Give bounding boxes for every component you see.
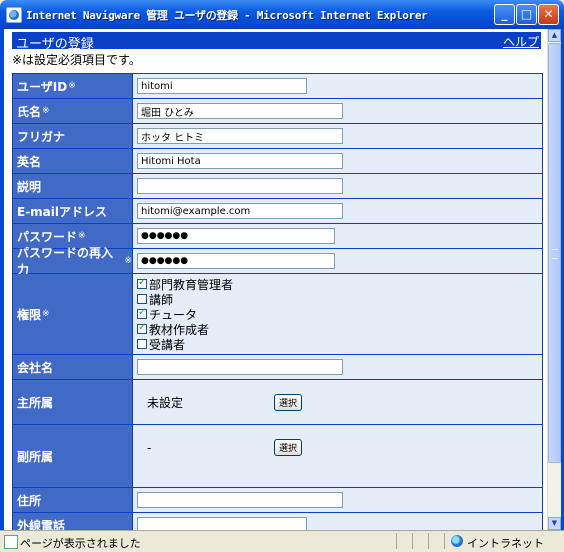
row-primary-affiliation: 主所属 未設定 選択 xyxy=(13,380,542,425)
required-mark: ※ xyxy=(78,231,86,241)
secondary-affiliation-value: - xyxy=(147,441,152,455)
password-confirm-input[interactable] xyxy=(137,253,335,269)
zone-text: イントラネット xyxy=(467,537,544,550)
ie-icon xyxy=(6,7,22,23)
title-bar: Internet Navigware 管理 ユーザの登録 - Microsoft… xyxy=(0,0,564,29)
close-icon: ✕ xyxy=(543,7,554,21)
label-external-phone: 外線電話 xyxy=(13,513,133,530)
window-title: Internet Navigware 管理 ユーザの登録 - Microsoft… xyxy=(26,9,428,22)
status-text: ページが表示されました xyxy=(20,537,141,550)
select-secondary-affiliation-button[interactable]: 選択 xyxy=(274,439,303,456)
address-input[interactable] xyxy=(137,492,343,508)
row-permissions: 権限※ 部門教育管理者 講師 チュータ 教材作成者 受講者 xyxy=(13,274,542,355)
row-company: 会社名 xyxy=(13,355,542,380)
description-input[interactable] xyxy=(137,178,343,194)
status-divider xyxy=(396,533,397,549)
row-email: E-mailアドレス xyxy=(13,199,542,224)
external-phone-input[interactable] xyxy=(137,517,307,530)
furigana-input[interactable] xyxy=(137,128,343,144)
required-note: ※は設定必須項目です。 xyxy=(12,53,141,67)
status-divider xyxy=(412,533,413,549)
label-permissions: 権限 ※ xyxy=(13,274,133,354)
globe-icon xyxy=(451,535,463,547)
row-english-name: 英名 xyxy=(13,149,542,174)
primary-affiliation-value: 未設定 xyxy=(147,395,184,410)
permission-option[interactable]: 教材作成者 xyxy=(137,322,209,337)
user-form: ユーザID※ 氏名※ フリガナ 英名 説明 E-mailアドレス パスワード※ xyxy=(12,73,543,530)
row-name: 氏名 ※ xyxy=(13,99,542,124)
permission-option[interactable]: 受講者 xyxy=(137,337,185,352)
required-mark: ※ xyxy=(42,309,50,319)
permissions-list: 部門教育管理者 講師 チュータ 教材作成者 受講者 xyxy=(133,274,542,354)
select-primary-affiliation-button[interactable]: 選択 xyxy=(274,393,303,411)
company-input[interactable] xyxy=(137,359,343,375)
row-address: 住所 xyxy=(13,488,542,513)
grip-icon xyxy=(552,249,558,259)
header-band: ユーザの登録 ヘルプ xyxy=(12,32,541,52)
help-link[interactable]: ヘルプ xyxy=(503,33,539,50)
user-id-input[interactable] xyxy=(137,78,307,94)
security-zone: イントラネット xyxy=(444,533,545,550)
label-english-name: 英名 xyxy=(13,149,133,173)
email-input[interactable] xyxy=(137,203,343,219)
label-secondary-affiliation: 副所属 xyxy=(13,425,133,487)
label-email: E-mailアドレス xyxy=(13,199,133,223)
scroll-thumb[interactable] xyxy=(548,43,561,463)
row-password-confirm: パスワードの再入力 ※ xyxy=(13,246,542,277)
label-password-confirm: パスワードの再入力 ※ xyxy=(13,246,133,277)
label-primary-affiliation: 主所属 xyxy=(13,380,133,424)
label-user-id: ユーザID ※ xyxy=(13,74,133,98)
close-button[interactable]: ✕ xyxy=(538,4,559,25)
row-secondary-affiliation: 副所属 - 選択 xyxy=(13,425,542,488)
required-mark: ※ xyxy=(68,81,76,91)
label-description: 説明 xyxy=(13,174,133,198)
label-furigana: フリガナ xyxy=(13,124,133,148)
required-mark: ※ xyxy=(124,256,132,266)
checkbox[interactable] xyxy=(137,339,147,349)
password-input[interactable] xyxy=(137,228,335,244)
label-address: 住所 xyxy=(13,488,133,512)
row-external-phone: 外線電話 xyxy=(13,513,542,530)
label-name: 氏名 ※ xyxy=(13,99,133,123)
maximize-button[interactable]: □ xyxy=(516,4,537,25)
scroll-down-icon[interactable]: ▼ xyxy=(548,517,561,530)
page-viewport: ユーザの登録 ヘルプ ※は設定必須項目です。 ユーザID※ 氏名※ フリガナ 英… xyxy=(4,29,547,530)
required-mark: ※ xyxy=(42,106,50,116)
checkbox[interactable] xyxy=(137,294,147,304)
status-bar: ページが表示されました イントラネット xyxy=(0,530,564,552)
row-user-id: ユーザID ※ xyxy=(13,74,542,99)
checkbox[interactable] xyxy=(137,277,147,289)
vertical-scrollbar[interactable]: ▲ ▼ xyxy=(547,29,561,530)
minimize-icon: _ xyxy=(501,7,508,21)
status-divider xyxy=(428,533,429,549)
scroll-up-icon[interactable]: ▲ xyxy=(548,29,561,42)
checkbox[interactable] xyxy=(137,307,147,319)
name-input[interactable] xyxy=(137,103,343,119)
page-title: ユーザの登録 xyxy=(16,37,94,52)
english-name-input[interactable] xyxy=(137,153,343,169)
checkbox[interactable] xyxy=(137,322,147,334)
minimize-button[interactable]: _ xyxy=(494,4,515,25)
row-description: 説明 xyxy=(13,174,542,199)
permission-option[interactable]: チュータ xyxy=(137,307,197,322)
permission-option[interactable]: 部門教育管理者 xyxy=(137,277,233,292)
permission-option[interactable]: 講師 xyxy=(137,292,173,307)
maximize-icon: □ xyxy=(520,7,533,21)
row-furigana: フリガナ xyxy=(13,124,542,149)
label-company: 会社名 xyxy=(13,355,133,379)
page-icon xyxy=(4,535,18,549)
